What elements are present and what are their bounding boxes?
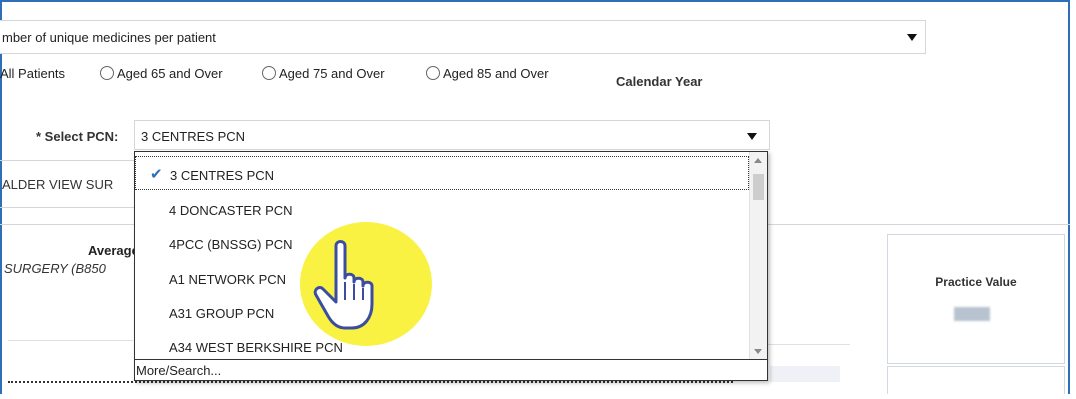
- radio-aged-85[interactable]: Aged 85 and Over: [426, 66, 549, 81]
- practice-value-blurred: [954, 307, 990, 321]
- pcn-option-label: A34 WEST BERKSHIRE PCN: [169, 340, 343, 355]
- period-label: Calendar Year: [616, 74, 703, 89]
- pcn-option-label: 4 DONCASTER PCN: [169, 203, 293, 218]
- radio-aged-75[interactable]: Aged 75 and Over: [262, 66, 385, 81]
- pcn-option-label: 4PCC (BNSSG) PCN: [169, 237, 293, 252]
- pcn-option[interactable]: ✔ 3 CENTRES PCN: [135, 156, 749, 190]
- surgery-label: SURGERY (B850: [4, 261, 106, 276]
- view-tab-label: ALDER VIEW SUR: [2, 177, 114, 192]
- radio-aged-65[interactable]: Aged 65 and Over: [100, 66, 223, 81]
- radio-label: Aged 75 and Over: [279, 66, 385, 81]
- practice-value-card: Practice Value: [887, 234, 1065, 364]
- radio-all-patients[interactable]: All Patients: [0, 66, 65, 81]
- checkmark-icon: ✔: [150, 166, 163, 183]
- pcn-option[interactable]: 4 DONCASTER PCN: [135, 192, 749, 226]
- practice-card-lower: [887, 366, 1065, 394]
- radio-circle-icon[interactable]: [426, 66, 440, 80]
- pcn-option[interactable]: A31 GROUP PCN: [135, 295, 749, 329]
- radio-circle-icon[interactable]: [262, 66, 276, 80]
- more-search-link[interactable]: More/Search...: [135, 359, 767, 380]
- pcn-options: ✔ 3 CENTRES PCN 4 DONCASTER PCN 4PCC (BN…: [135, 152, 749, 360]
- pcn-label: * Select PCN:: [36, 129, 119, 144]
- radio-circle-icon[interactable]: [100, 66, 114, 80]
- more-search-label: More/Search...: [136, 363, 222, 378]
- pcn-option-label: 3 CENTRES PCN: [170, 168, 275, 183]
- pcn-select[interactable]: 3 CENTRES PCN: [134, 120, 770, 150]
- pcn-option[interactable]: A34 WEST BERKSHIRE PCN: [135, 329, 749, 360]
- pcn-dropdown-list[interactable]: ✔ 3 CENTRES PCN 4 DONCASTER PCN 4PCC (BN…: [134, 151, 768, 381]
- dropdown-scrollbar[interactable]: [749, 152, 767, 360]
- divider: [760, 344, 850, 345]
- pointing-hand-cursor-icon: [313, 240, 374, 330]
- caret-down-icon: [907, 34, 917, 41]
- scroll-up-icon[interactable]: [754, 158, 762, 163]
- pcn-option-label: A31 GROUP PCN: [169, 306, 275, 321]
- pcn-selected-value: 3 CENTRES PCN: [141, 129, 246, 144]
- radio-label: Aged 65 and Over: [117, 66, 223, 81]
- scroll-thumb[interactable]: [753, 174, 764, 200]
- scroll-down-icon[interactable]: [754, 349, 762, 354]
- background-block: [770, 366, 840, 382]
- pcn-option-label: A1 NETWORK PCN: [169, 272, 287, 287]
- caret-down-icon: [747, 133, 757, 140]
- pcn-option[interactable]: A1 NETWORK PCN: [135, 261, 749, 295]
- practice-value-label: Practice Value: [935, 275, 1017, 289]
- focus-outline: [8, 381, 733, 383]
- radio-label: Aged 85 and Over: [443, 66, 549, 81]
- measure-select[interactable]: mber of unique medicines per patient: [0, 20, 926, 54]
- view-tab[interactable]: ALDER VIEW SUR: [0, 160, 150, 208]
- radio-label: All Patients: [0, 66, 66, 81]
- pcn-option[interactable]: 4PCC (BNSSG) PCN: [135, 226, 749, 260]
- measure-selected-value: mber of unique medicines per patient: [2, 30, 216, 45]
- divider: [8, 340, 133, 341]
